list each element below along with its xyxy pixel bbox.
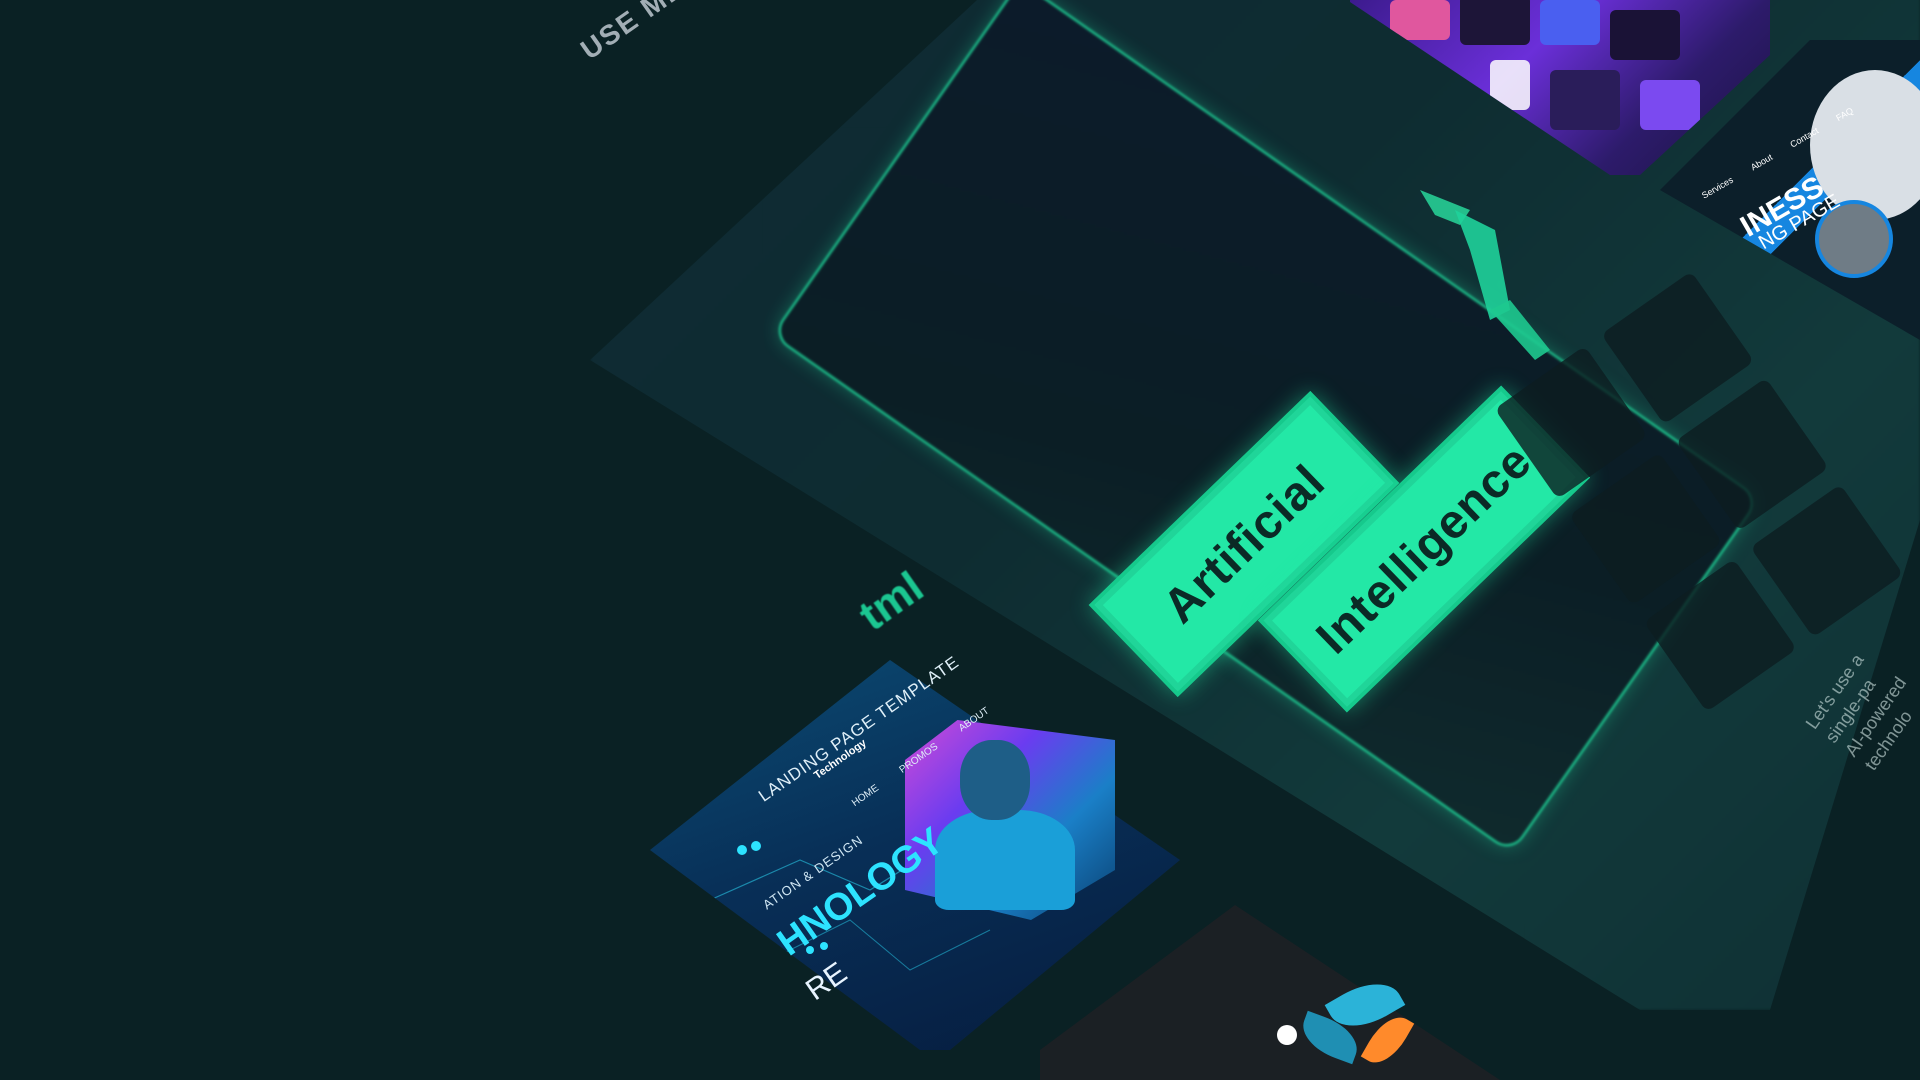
illustration-panel	[1040, 905, 1500, 1080]
tech-person-shirt	[935, 810, 1075, 910]
html-fragment-text: tml	[850, 562, 933, 641]
ui-tile	[1540, 0, 1600, 45]
ui-tile	[1550, 70, 1620, 130]
play-icon[interactable]	[1277, 1025, 1297, 1045]
ui-tile	[1460, 0, 1530, 45]
ai-hero-title: USE MEG	[575, 0, 711, 66]
tech-person-face	[960, 740, 1030, 820]
collage-stage: USE MEG tml Artificial Intelligence Let'…	[0, 0, 1920, 1080]
ui-tile	[1610, 10, 1680, 60]
ui-tile	[1640, 80, 1700, 130]
ui-tile	[1390, 0, 1450, 40]
